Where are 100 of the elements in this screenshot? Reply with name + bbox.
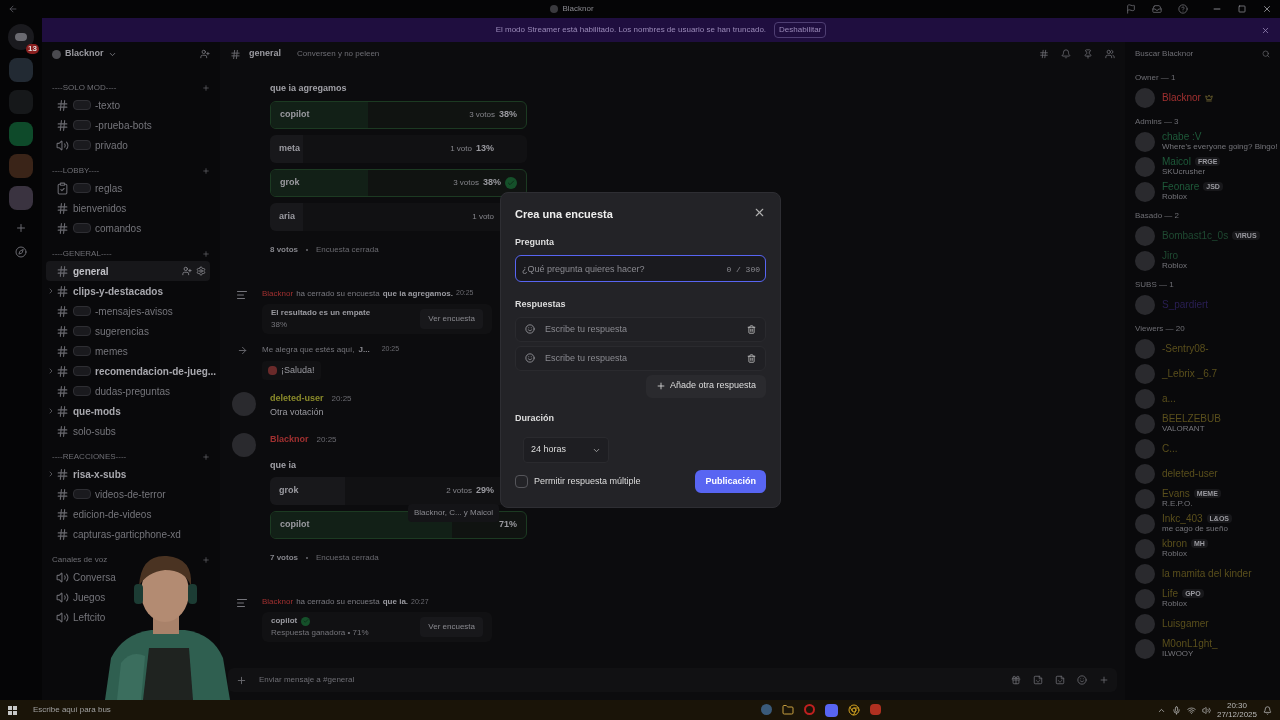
- channel-item[interactable]: clips-y-destacados: [46, 281, 168, 301]
- channel-item[interactable]: edicion-de-videos: [46, 504, 156, 524]
- emoji-icon[interactable]: [1077, 675, 1087, 685]
- poll-link[interactable]: que ia agregamos.: [382, 287, 453, 300]
- channel-item[interactable]: videos-de-terror: [46, 484, 170, 504]
- member-name[interactable]: Inkc_403: [1162, 513, 1203, 524]
- bell-icon[interactable]: [1061, 49, 1071, 59]
- member-avatar[interactable]: [1135, 538, 1155, 559]
- invite-icon[interactable]: [200, 49, 210, 59]
- search-field[interactable]: Buscar Blacknor: [1135, 42, 1270, 66]
- member-avatar[interactable]: [1135, 413, 1155, 434]
- member-name[interactable]: C...: [1162, 443, 1178, 454]
- channel-item[interactable]: dudas-preguntas: [46, 381, 175, 401]
- server-icon[interactable]: [9, 186, 33, 210]
- server-icon[interactable]: [9, 58, 33, 82]
- member-name[interactable]: deleted-user: [1162, 468, 1218, 479]
- member-avatar[interactable]: [1135, 438, 1155, 459]
- author-name[interactable]: deleted-user: [270, 392, 324, 406]
- member-name[interactable]: Maicol: [1162, 156, 1191, 167]
- notification-icon[interactable]: [1263, 705, 1272, 715]
- author-name[interactable]: Blacknor: [270, 433, 309, 447]
- channel-item[interactable]: capturas-garticphone-xd: [46, 524, 185, 544]
- category-label[interactable]: ----REACCIONES----: [52, 451, 127, 463]
- member-avatar[interactable]: [1135, 588, 1155, 609]
- member-avatar[interactable]: [1135, 563, 1155, 584]
- windows-icon[interactable]: [8, 705, 17, 715]
- member-name[interactable]: Life: [1162, 588, 1179, 599]
- emoji-icon[interactable]: [525, 352, 535, 363]
- member-name[interactable]: -Sentry08-: [1162, 343, 1209, 354]
- member-avatar[interactable]: [1135, 338, 1155, 359]
- add-server-icon[interactable]: [15, 222, 27, 234]
- publish-button[interactable]: Publicación: [695, 470, 766, 493]
- member-avatar[interactable]: [1135, 131, 1155, 152]
- author-name[interactable]: Blacknor: [262, 596, 294, 608]
- view-poll-button[interactable]: Ver encuesta: [420, 617, 483, 637]
- taskbar-search[interactable]: Escribe aquí para bus: [25, 703, 205, 717]
- member-avatar[interactable]: [1135, 638, 1155, 659]
- channel-item[interactable]: Conversa: [46, 567, 120, 587]
- opera-icon[interactable]: [803, 703, 815, 715]
- author-name[interactable]: Blacknor: [262, 287, 294, 300]
- member-name[interactable]: Luisgamer: [1162, 618, 1209, 629]
- member-name[interactable]: Feonare: [1162, 181, 1200, 192]
- channel-item[interactable]: bienvenidos: [46, 198, 131, 218]
- channel-item[interactable]: recomendacion-de-jueg...: [46, 361, 221, 381]
- channel-item[interactable]: memes: [46, 341, 132, 361]
- settings-icon[interactable]: [196, 266, 206, 276]
- member-name[interactable]: BEELZEBUB: [1162, 413, 1221, 424]
- add-channel-icon[interactable]: [202, 84, 210, 92]
- channel-item[interactable]: -mensajes-avisos: [46, 301, 177, 321]
- poll-link[interactable]: que ia.: [382, 596, 409, 608]
- member-name[interactable]: Evans: [1162, 488, 1190, 499]
- add-channel-icon[interactable]: [202, 167, 210, 175]
- maximize-icon[interactable]: [1238, 5, 1246, 13]
- add-channel-icon[interactable]: [202, 453, 210, 461]
- member-name[interactable]: _Lebrix _6.7: [1162, 368, 1218, 379]
- sticker-icon[interactable]: [1055, 675, 1065, 685]
- add-channel-icon[interactable]: [202, 556, 210, 564]
- member-name[interactable]: chabe :V: [1162, 131, 1202, 142]
- inbox-icon[interactable]: [1152, 4, 1162, 14]
- member-name[interactable]: a...: [1162, 393, 1176, 404]
- server-icon[interactable]: [9, 122, 33, 146]
- member-avatar[interactable]: [1135, 250, 1155, 271]
- channel-item[interactable]: reglas: [46, 178, 127, 198]
- channel-item[interactable]: Leftcito: [46, 607, 110, 627]
- category-label[interactable]: ----LOBBY----: [52, 165, 100, 177]
- flag-icon[interactable]: [1126, 4, 1136, 14]
- channel-item[interactable]: solo-subs: [46, 421, 120, 441]
- mic-icon[interactable]: [1171, 705, 1181, 715]
- members-icon[interactable]: [1105, 49, 1115, 59]
- attach-icon[interactable]: [236, 674, 247, 686]
- member-avatar[interactable]: [1135, 463, 1155, 484]
- server-icon[interactable]: [9, 154, 33, 178]
- member-avatar[interactable]: [1135, 294, 1155, 315]
- category-label[interactable]: Canales de voz: [52, 554, 108, 566]
- member-avatar[interactable]: [1135, 181, 1155, 202]
- member-avatar[interactable]: [1135, 488, 1155, 509]
- member-avatar[interactable]: [1135, 363, 1155, 384]
- category-label[interactable]: ----SOLO MOD----: [52, 82, 117, 94]
- message-composer[interactable]: Enviar mensaje a #general: [228, 668, 1117, 692]
- message-input[interactable]: Enviar mensaje a #general: [259, 674, 999, 686]
- channel-item[interactable]: -prueba-bots: [46, 115, 156, 135]
- threads-icon[interactable]: [1039, 49, 1049, 59]
- add-channel-icon[interactable]: [202, 250, 210, 258]
- answer-field[interactable]: Escribe tu respuesta: [515, 316, 766, 342]
- discord-icon[interactable]: [824, 703, 838, 717]
- close-icon[interactable]: [1262, 4, 1272, 14]
- member-name[interactable]: kbron: [1162, 538, 1187, 549]
- delete-icon[interactable]: [747, 324, 756, 334]
- invite-icon[interactable]: [182, 266, 192, 276]
- channel-item[interactable]: sugerencias: [46, 321, 153, 341]
- member-name[interactable]: M0onL1ght_: [1162, 638, 1218, 649]
- add-answer-button[interactable]: Añade otra respuesta: [645, 374, 766, 398]
- member-avatar[interactable]: [1135, 87, 1155, 108]
- close-icon[interactable]: [1261, 25, 1270, 35]
- member-name[interactable]: Blacknor: [1162, 92, 1201, 103]
- emoji-icon[interactable]: [525, 323, 535, 334]
- member-avatar[interactable]: [1135, 156, 1155, 177]
- wave-button[interactable]: ¡Saluda!: [262, 360, 321, 380]
- disable-button[interactable]: Deshabilitar: [774, 22, 827, 38]
- member-name[interactable]: J...: [358, 343, 370, 356]
